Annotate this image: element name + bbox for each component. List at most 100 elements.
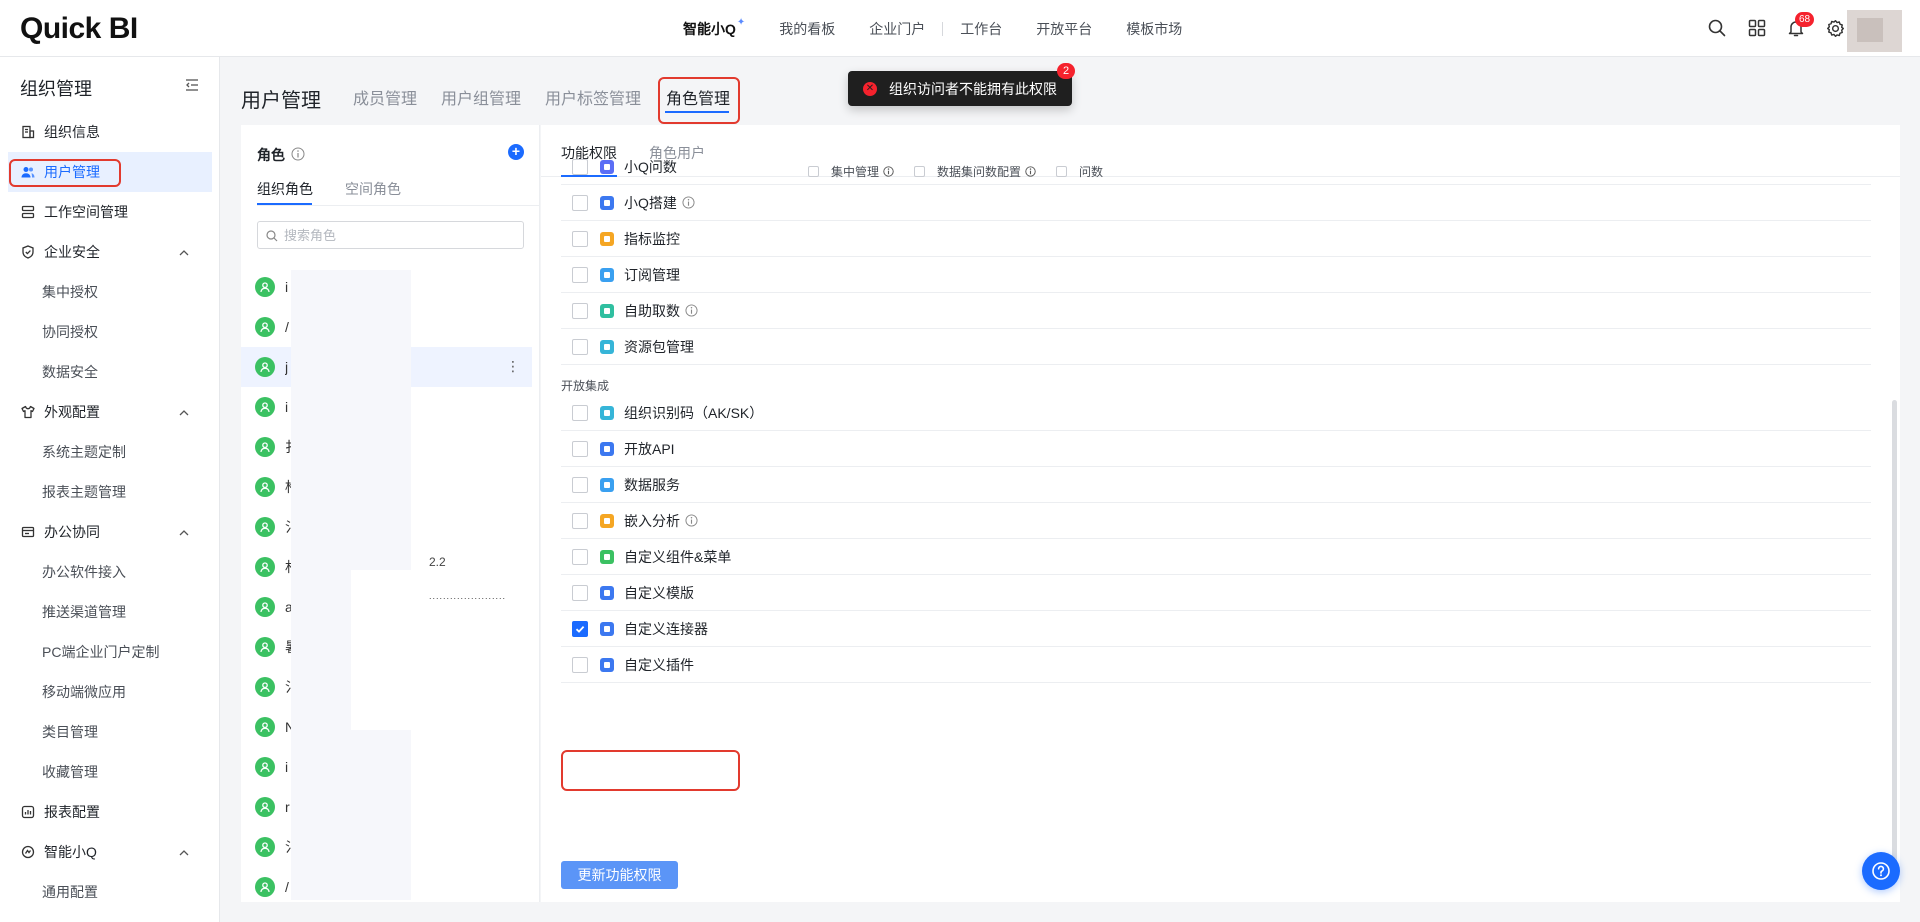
sidebar-title: 组织管理 xyxy=(20,79,92,99)
update-permissions-button[interactable]: 更新功能权限 xyxy=(561,861,678,889)
permission-checkbox[interactable] xyxy=(572,584,588,601)
sidebar-item-label: 报表配置 xyxy=(44,804,100,820)
permission-label: 订阅管理 xyxy=(624,266,680,283)
sidebar-item-favorites[interactable]: 收藏管理 xyxy=(0,752,212,792)
sidebar-item-pc-portal[interactable]: PC端企业门户定制 xyxy=(0,632,212,672)
sidebar-item-enterprise-security[interactable]: 企业安全 xyxy=(0,232,212,272)
sub-permission-checkbox[interactable] xyxy=(808,165,819,177)
sidebar-item-mobile-app[interactable]: 移动端微应用 xyxy=(0,672,212,712)
error-toast: ✕ 组织访问者不能拥有此权限 xyxy=(848,71,1072,106)
sidebar-item-smart-q[interactable]: 智能小Q xyxy=(0,832,212,872)
sidebar-item-system-theme[interactable]: 系统主题定制 xyxy=(0,432,212,472)
role-avatar-icon xyxy=(255,717,275,737)
permission-checkbox[interactable] xyxy=(572,440,588,457)
permission-checkbox[interactable] xyxy=(572,230,588,247)
nav-item-my-dashboard[interactable]: 我的看板 xyxy=(779,19,835,39)
permission-icon xyxy=(600,513,614,528)
sparkle-icon: ✦ xyxy=(736,17,746,28)
sub-permission-checkbox[interactable] xyxy=(1056,165,1068,177)
search-icon xyxy=(266,229,278,242)
info-icon[interactable] xyxy=(682,196,695,209)
nav-item-workbench[interactable]: 工作台 xyxy=(960,19,1002,39)
permission-checkbox[interactable] xyxy=(572,302,588,319)
permission-row: 自助取数 xyxy=(561,293,1871,329)
role-search-input[interactable] xyxy=(284,227,514,243)
search-icon[interactable] xyxy=(1706,17,1728,39)
collapse-sidebar-icon[interactable] xyxy=(184,77,200,93)
nav-item-template-market[interactable]: 模板市场 xyxy=(1126,19,1182,39)
question-icon[interactable] xyxy=(1862,852,1900,890)
sidebar-item-office-collab[interactable]: 办公协同 xyxy=(0,512,212,552)
tab-space-roles[interactable]: 空间角色 xyxy=(345,179,401,199)
app-logo[interactable]: Quick BI xyxy=(20,12,138,46)
permission-checkbox[interactable] xyxy=(572,404,588,421)
sidebar-item-collab-auth[interactable]: 协同授权 xyxy=(0,312,212,352)
sidebar-item-report-theme[interactable]: 报表主题管理 xyxy=(0,472,212,512)
sidebar-item-report-config[interactable]: 报表配置 xyxy=(0,792,212,832)
sidebar-item-category[interactable]: 类目管理 xyxy=(0,712,212,752)
permission-row: 指标监控 xyxy=(561,221,1871,257)
top-nav: 智能小Q ✦ 我的看板 企业门户 工作台 开放平台 模板市场 xyxy=(683,0,1216,57)
user-avatar[interactable] xyxy=(1847,10,1902,52)
permission-row: 嵌入分析 xyxy=(561,503,1871,539)
nav-item-enterprise-portal[interactable]: 企业门户 xyxy=(869,19,925,39)
permission-row: 组织识别码（AK/SK） xyxy=(561,395,1871,431)
more-options-icon[interactable]: ⋮ xyxy=(506,359,520,373)
permission-icon xyxy=(600,267,614,282)
info-icon[interactable] xyxy=(685,304,698,317)
sidebar-item-appearance[interactable]: 外观配置 xyxy=(0,392,212,432)
permission-label: 组织识别码（AK/SK） xyxy=(624,404,764,421)
tab-org-roles[interactable]: 组织角色 xyxy=(257,179,313,199)
permission-icon xyxy=(600,405,614,420)
chevron-up-icon[interactable] xyxy=(178,406,190,418)
sub-permission-checkbox[interactable] xyxy=(914,165,926,177)
sidebar-item-data-security[interactable]: 数据安全 xyxy=(0,352,212,392)
section-label-open-integration: 开放集成 xyxy=(561,379,610,393)
sidebar-item-push-channel[interactable]: 推送渠道管理 xyxy=(0,592,212,632)
permission-icon xyxy=(600,621,614,636)
permission-checkbox[interactable] xyxy=(572,512,588,529)
permission-icon xyxy=(600,159,614,174)
active-tab-indicator xyxy=(257,203,312,205)
chevron-up-icon[interactable] xyxy=(178,526,190,538)
tab-user-groups[interactable]: 用户组管理 xyxy=(441,85,521,109)
info-icon[interactable] xyxy=(1025,165,1036,177)
sidebar-item-general-config[interactable]: 通用配置 xyxy=(0,872,212,912)
permission-label: 自定义组件&菜单 xyxy=(624,548,732,565)
top-bar: Quick BI 智能小Q ✦ 我的看板 企业门户 工作台 开放平台 模板市场 6… xyxy=(0,0,1920,57)
role-row[interactable]: 暑 xyxy=(241,627,532,667)
sidebar-item-central-auth[interactable]: 集中授权 xyxy=(0,272,212,312)
role-row[interactable]: 氵 xyxy=(241,667,532,707)
redacted-area xyxy=(291,570,351,730)
sidebar-item-org-info[interactable]: 组织信息 xyxy=(0,112,212,152)
info-icon[interactable] xyxy=(291,147,305,161)
chevron-up-icon[interactable] xyxy=(178,846,190,858)
permission-checkbox[interactable] xyxy=(572,266,588,283)
add-role-button[interactable]: + xyxy=(508,144,524,160)
redacted-area xyxy=(291,730,411,900)
info-icon[interactable] xyxy=(685,514,698,527)
info-icon[interactable] xyxy=(883,165,894,177)
role-note: ...................... xyxy=(429,591,507,601)
permission-checkbox[interactable] xyxy=(572,476,588,493)
sidebar-item-workspace[interactable]: 工作空间管理 xyxy=(0,192,212,232)
tab-members[interactable]: 成员管理 xyxy=(353,85,417,109)
permission-checkbox[interactable] xyxy=(572,338,588,355)
tab-user-tags[interactable]: 用户标签管理 xyxy=(545,85,641,109)
permission-checkbox[interactable] xyxy=(572,548,588,565)
permission-checkbox[interactable] xyxy=(572,194,588,211)
nav-item-smart-q[interactable]: 智能小Q ✦ xyxy=(683,17,746,39)
highlight-box-role-tab xyxy=(658,77,740,124)
nav-item-open-platform[interactable]: 开放平台 xyxy=(1036,19,1092,39)
role-avatar-icon xyxy=(255,797,275,817)
permission-icon xyxy=(600,549,614,564)
scrollbar[interactable] xyxy=(1892,400,1897,880)
permission-checkbox[interactable] xyxy=(572,620,588,637)
chevron-up-icon[interactable] xyxy=(178,246,190,258)
permission-checkbox[interactable] xyxy=(572,158,588,175)
role-avatar-icon xyxy=(255,357,275,377)
apps-grid-icon[interactable] xyxy=(1746,17,1768,39)
gear-icon[interactable] xyxy=(1824,17,1846,39)
permission-checkbox[interactable] xyxy=(572,656,588,673)
sidebar-item-office-software[interactable]: 办公软件接入 xyxy=(0,552,212,592)
